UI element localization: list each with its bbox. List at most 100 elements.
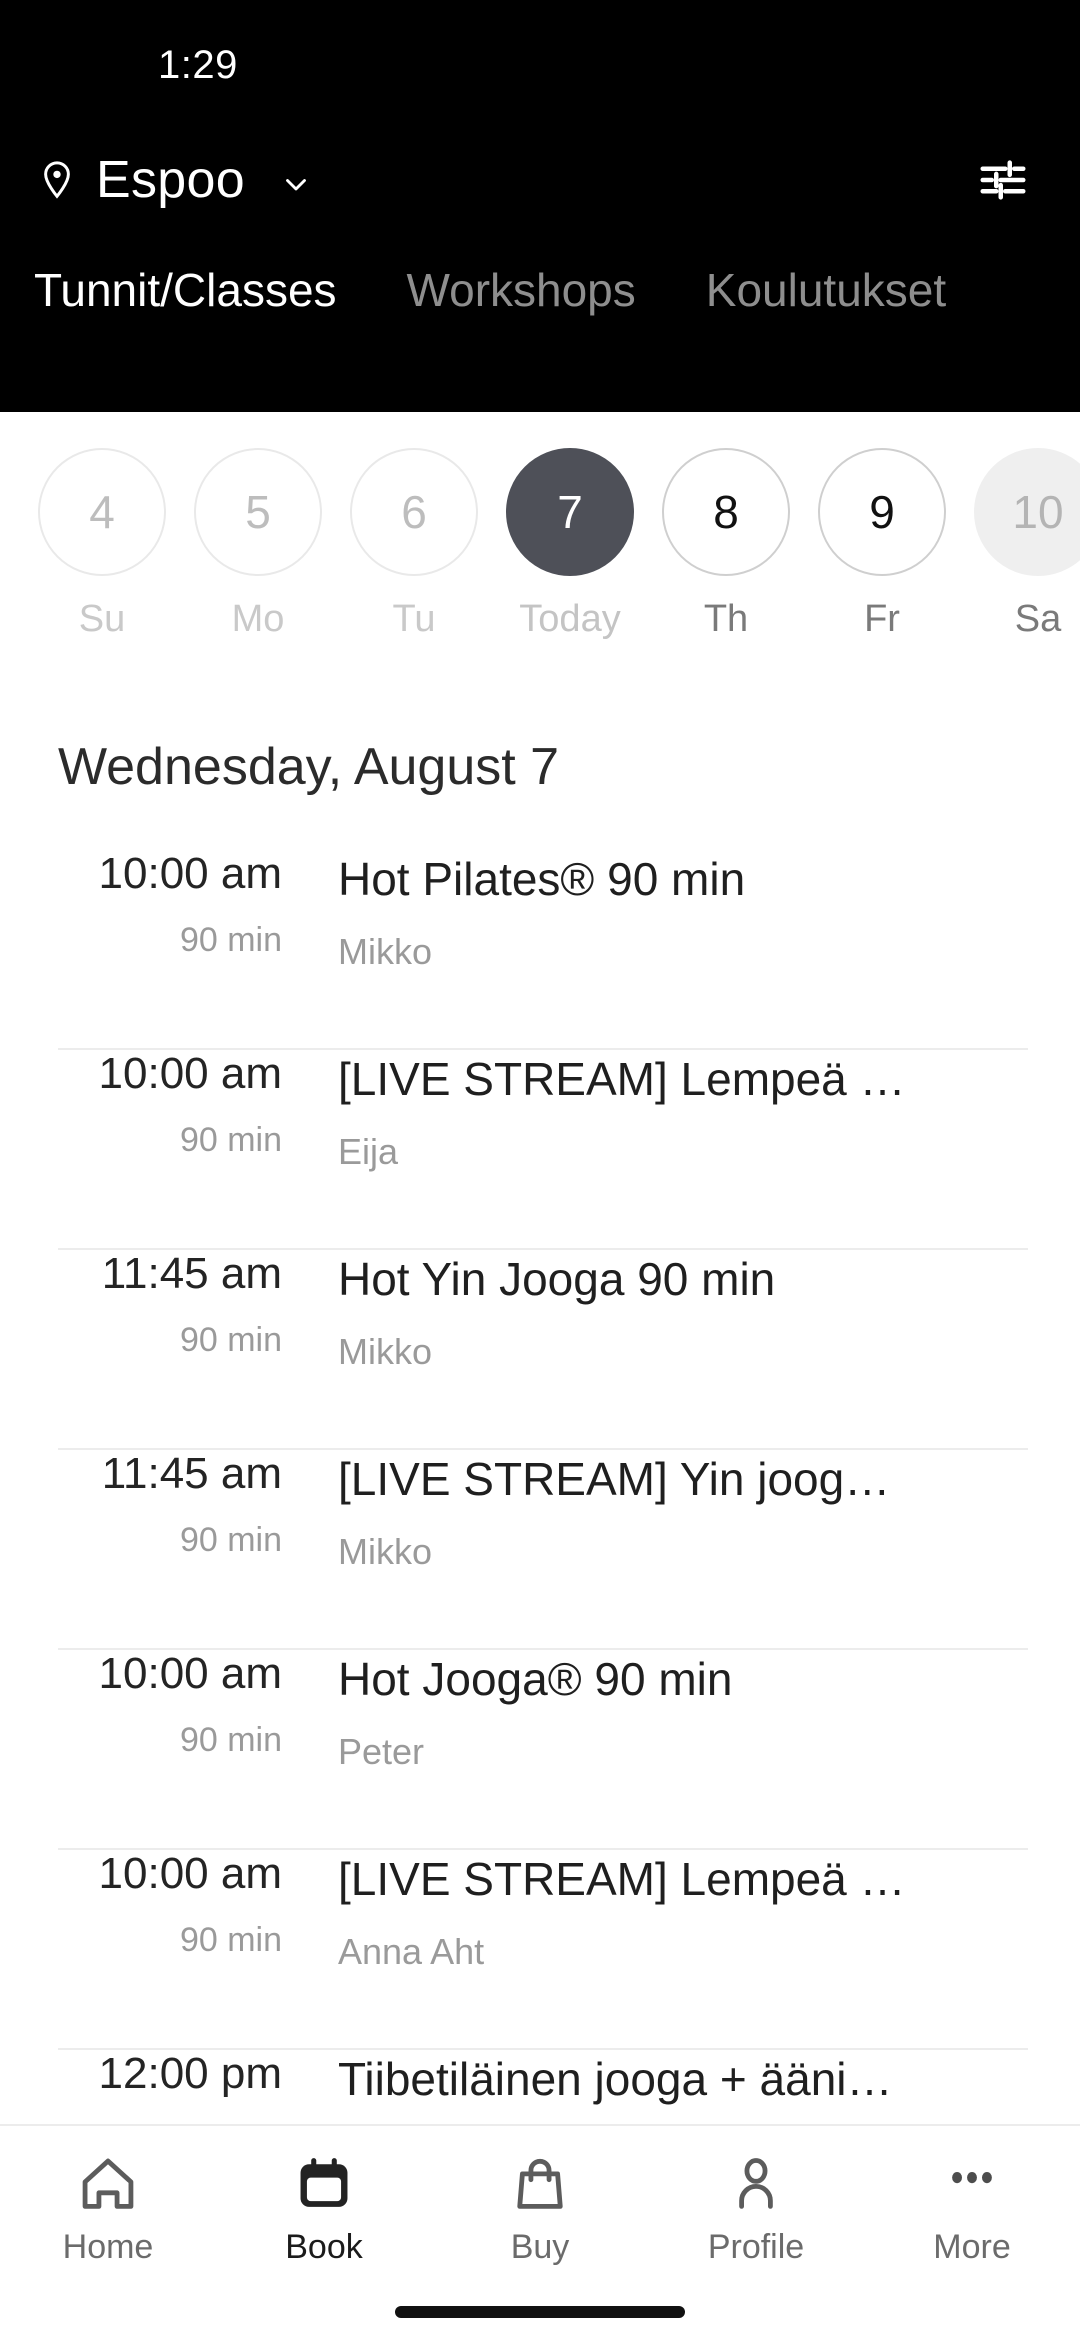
class-duration: 90 min [179, 920, 282, 959]
date-circle-selected[interactable]: 7 [506, 448, 634, 576]
date-circle[interactable]: 9 [818, 448, 946, 576]
class-duration: 90 min [179, 1520, 282, 1559]
class-list-item[interactable]: 10:00 am 90 min Hot Pilates® 90 min Mikk… [0, 849, 1080, 1051]
class-info-block: Hot Pilates® 90 min Mikko [338, 850, 1028, 972]
date-circle[interactable]: 8 [662, 448, 790, 576]
class-staff: Mikko [338, 1530, 433, 1572]
tune-sliders-icon [976, 153, 1030, 207]
class-list-item[interactable]: 10:00 am 90 min Hot Jooga® 90 min Peter [0, 1649, 1080, 1851]
nav-label: Buy [510, 2228, 570, 2266]
date-cell-6[interactable]: 6 Tu [336, 448, 492, 641]
class-start-time: 11:45 am [101, 1449, 282, 1499]
status-bar: 1:29 [0, 0, 1080, 120]
class-duration: 90 min [179, 1720, 282, 1759]
nav-label: Profile [707, 2228, 805, 2266]
tab-label: Workshops [406, 264, 636, 316]
shopping-bag-icon [508, 2152, 572, 2216]
class-title: Hot Jooga® 90 min [338, 1653, 733, 1706]
class-duration: 90 min [179, 1120, 282, 1159]
class-title: [LIVE STREAM] Yin joog… [338, 1453, 891, 1506]
class-time-block: 11:45 am 90 min [58, 1249, 338, 1359]
date-cell-8[interactable]: 8 Th [648, 448, 804, 641]
date-dow-label: Th [703, 598, 749, 640]
app-screen: 1:29 Espoo Tunnit/Classes Workshops Koul… [0, 0, 1080, 2340]
tab-workshops[interactable]: Workshops [371, 262, 670, 320]
date-circle[interactable]: 4 [38, 448, 166, 576]
class-info-block: [LIVE STREAM] Yin joog… Mikko [338, 1450, 1028, 1572]
class-title: [LIVE STREAM] Lempeä … [338, 1053, 906, 1106]
home-indicator[interactable] [395, 2306, 685, 2318]
date-dow-label: Sa [1014, 598, 1062, 640]
date-dow-label: Su [78, 598, 126, 640]
class-staff: Peter [338, 1730, 425, 1772]
location-name: Espoo [96, 151, 245, 209]
date-circle[interactable]: 5 [194, 448, 322, 576]
class-staff: Anna Aht [338, 1930, 485, 1972]
nav-item-more[interactable]: More [864, 2152, 1080, 2264]
person-icon [724, 2152, 788, 2216]
nav-item-profile[interactable]: Profile [648, 2152, 864, 2264]
day-heading: Wednesday, August 7 [58, 738, 560, 796]
tab-label: Koulutukset [705, 264, 947, 316]
location-pin-icon [36, 157, 78, 203]
tab-label: Tunnit/Classes [34, 264, 337, 316]
class-list-item[interactable]: 10:00 am 90 min [LIVE STREAM] Lempeä … A… [0, 1849, 1080, 2051]
class-info-block: Hot Jooga® 90 min Peter [338, 1650, 1028, 1772]
calendar-icon [292, 2152, 356, 2216]
nav-label: Book [285, 2228, 363, 2266]
app-header: 1:29 Espoo Tunnit/Classes Workshops Koul… [0, 0, 1080, 412]
date-dow-label: Today [519, 598, 621, 640]
class-staff: Mikko [338, 1330, 433, 1372]
class-title: Tiibetiläinen jooga + ääni… [338, 2053, 893, 2106]
location-bar: Espoo [0, 120, 1080, 240]
date-dow-label: Fr [864, 598, 900, 640]
date-strip[interactable]: 4 Su 5 Mo 6 Tu 7 Today 8 Th 9 Fr 10 Sa [0, 412, 1080, 708]
ellipsis-icon [940, 2152, 1004, 2216]
class-list: 10:00 am 90 min Hot Pilates® 90 min Mikk… [0, 798, 1080, 2124]
class-time-block: 10:00 am 90 min [58, 1049, 338, 1159]
class-list-item[interactable]: 10:00 am 90 min [LIVE STREAM] Lempeä … E… [0, 1049, 1080, 1251]
category-tabs: Tunnit/Classes Workshops Koulutukset [0, 240, 1080, 320]
date-circle[interactable]: 10 [974, 448, 1080, 576]
date-dow-label: Mo [231, 598, 285, 640]
class-info-block: [LIVE STREAM] Lempeä … Anna Aht [338, 1850, 1028, 1972]
class-start-time: 10:00 am [98, 849, 282, 899]
class-title: [LIVE STREAM] Lempeä … [338, 1853, 906, 1906]
date-cell-9[interactable]: 9 Fr [804, 448, 960, 641]
class-duration: 90 min [179, 1920, 282, 1959]
class-info-block: [LIVE STREAM] Lempeä … Eija [338, 1050, 1028, 1172]
filter-button[interactable] [972, 149, 1034, 211]
date-dow-label: Tu [392, 598, 436, 640]
date-cell-5[interactable]: 5 Mo [180, 448, 336, 641]
location-selector[interactable]: Espoo [36, 154, 313, 206]
class-time-block: 12:00 pm [58, 2049, 338, 2120]
nav-label: More [933, 2228, 1011, 2266]
class-start-time: 10:00 am [98, 1849, 282, 1899]
date-cell-4[interactable]: 4 Su [24, 448, 180, 641]
nav-item-home[interactable]: Home [0, 2152, 216, 2264]
date-cell-7-today[interactable]: 7 Today [492, 448, 648, 641]
class-start-time: 10:00 am [98, 1649, 282, 1699]
class-list-item[interactable]: 11:45 am 90 min [LIVE STREAM] Yin joog… … [0, 1449, 1080, 1651]
tab-koulutukset[interactable]: Koulutukset [670, 262, 980, 320]
class-list-item[interactable]: 12:00 pm Tiibetiläinen jooga + ääni… [0, 2049, 1080, 2124]
class-staff: Eija [338, 1130, 399, 1172]
class-info-block: Tiibetiläinen jooga + ääni… [338, 2050, 1028, 2124]
nav-item-book[interactable]: Book [216, 2152, 432, 2264]
class-time-block: 11:45 am 90 min [58, 1449, 338, 1559]
home-icon [76, 2152, 140, 2216]
class-list-item[interactable]: 11:45 am 90 min Hot Yin Jooga 90 min Mik… [0, 1249, 1080, 1451]
class-duration: 90 min [179, 1320, 282, 1359]
nav-item-buy[interactable]: Buy [432, 2152, 648, 2264]
status-bar-clock: 1:29 [158, 43, 238, 87]
date-circle[interactable]: 6 [350, 448, 478, 576]
class-time-block: 10:00 am 90 min [58, 1849, 338, 1959]
tab-tunnit-classes[interactable]: Tunnit/Classes [34, 262, 371, 320]
class-time-block: 10:00 am 90 min [58, 1649, 338, 1759]
class-start-time: 10:00 am [98, 1049, 282, 1099]
date-cell-10[interactable]: 10 Sa [960, 448, 1080, 641]
class-staff: Mikko [338, 930, 433, 972]
class-start-time: 11:45 am [101, 1249, 282, 1299]
class-start-time: 12:00 pm [98, 2049, 282, 2099]
class-title: Hot Yin Jooga 90 min [338, 1253, 776, 1306]
